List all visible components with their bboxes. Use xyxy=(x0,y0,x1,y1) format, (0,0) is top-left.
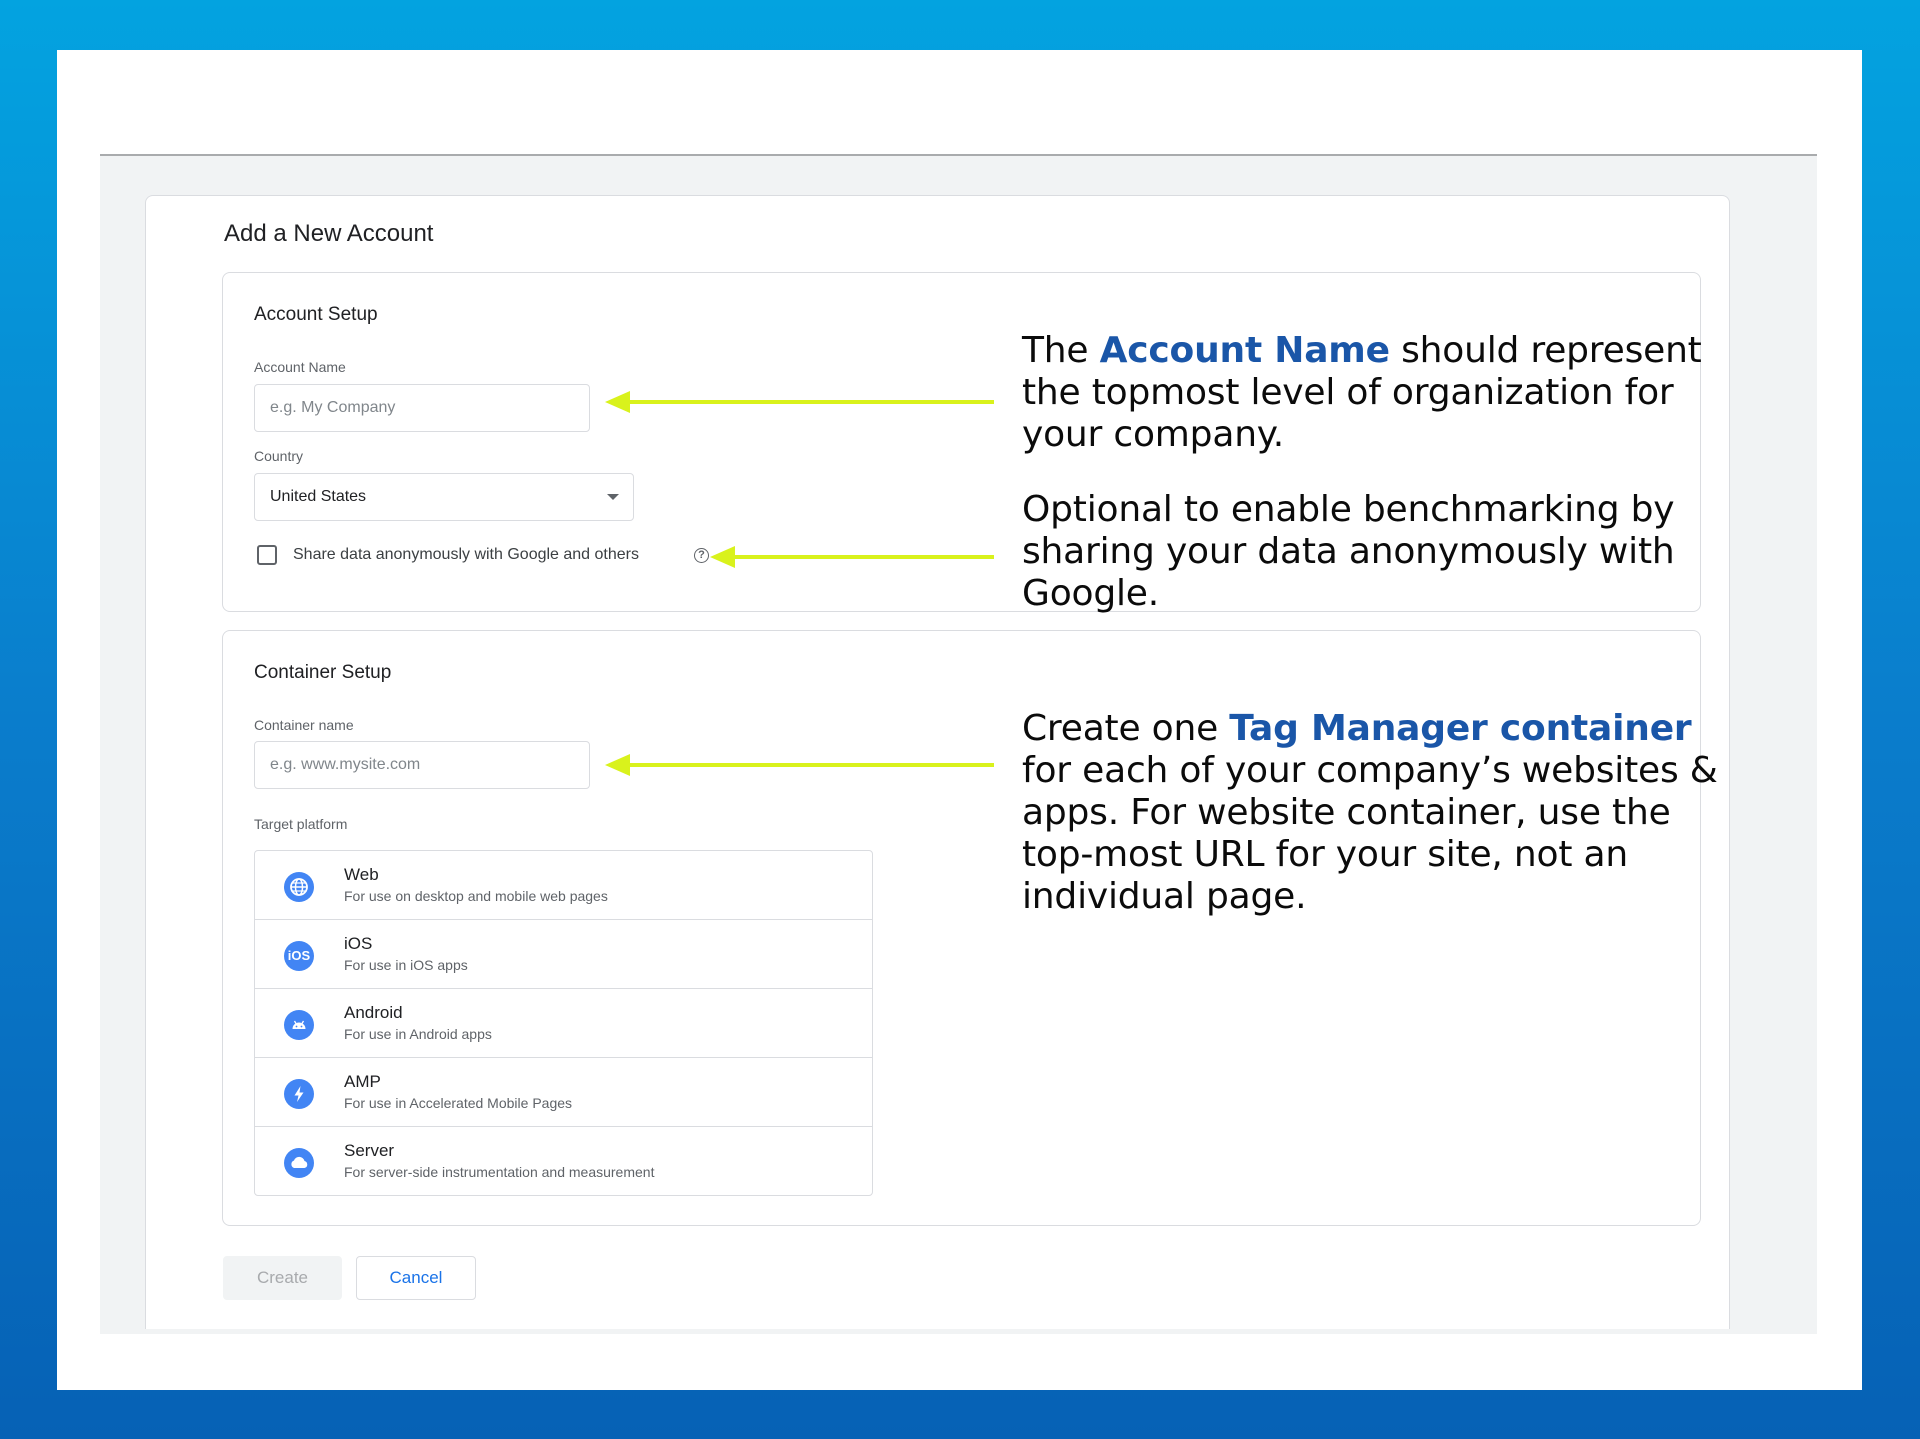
platform-item-ios[interactable]: iOS iOS For use in iOS apps xyxy=(255,920,872,989)
container-name-label: Container name xyxy=(254,717,354,733)
platform-name: Web xyxy=(344,865,379,884)
create-button[interactable]: Create xyxy=(223,1256,342,1300)
page-title: Add a New Account xyxy=(224,220,434,247)
platform-name: AMP xyxy=(344,1072,381,1091)
country-label: Country xyxy=(254,448,304,464)
platform-item-android[interactable]: Android For use in Android apps xyxy=(255,989,872,1058)
annotation-account-name: The Account Name should represent the to… xyxy=(1022,330,1702,456)
platform-item-web[interactable]: Web For use on desktop and mobile web pa… xyxy=(255,851,872,920)
annotation-text: for each of your company’s websites & ap… xyxy=(1022,750,1718,917)
container-setup-title: Container Setup xyxy=(254,662,392,683)
lightning-icon xyxy=(284,1079,314,1109)
platform-desc: For use on desktop and mobile web pages xyxy=(344,888,608,904)
account-name-label: Account Name xyxy=(254,359,346,375)
cloud-icon xyxy=(284,1148,314,1178)
platform-desc: For use in iOS apps xyxy=(344,957,468,973)
globe-icon xyxy=(284,872,314,902)
annotation-text: Optional to enable benchmarking by shari… xyxy=(1022,489,1675,614)
ios-icon: iOS xyxy=(284,941,314,971)
platform-item-amp[interactable]: AMP For use in Accelerated Mobile Pages xyxy=(255,1058,872,1127)
chevron-down-icon xyxy=(607,494,619,500)
platform-desc: For use in Accelerated Mobile Pages xyxy=(344,1095,573,1111)
annotation-text: Create one xyxy=(1022,708,1230,749)
share-data-checkbox[interactable] xyxy=(257,545,277,565)
platform-list: Web For use on desktop and mobile web pa… xyxy=(254,850,873,1196)
help-icon[interactable]: ? xyxy=(694,548,709,563)
cancel-button[interactable]: Cancel xyxy=(356,1256,476,1300)
container-name-input[interactable]: e.g. www.mysite.com xyxy=(254,741,590,789)
share-data-label[interactable]: Share data anonymously with Google and o… xyxy=(293,546,639,564)
annotation-highlight: Account Name xyxy=(1099,330,1390,371)
annotation-container: Create one Tag Manager container for eac… xyxy=(1022,708,1722,918)
annotation-highlight: Tag Manager container xyxy=(1229,708,1692,749)
annotation-share-data: Optional to enable benchmarking by shari… xyxy=(1022,489,1702,615)
platform-desc: For server-side instrumentation and meas… xyxy=(344,1164,655,1180)
target-platform-label: Target platform xyxy=(254,816,348,832)
android-icon xyxy=(284,1010,314,1040)
platform-item-server[interactable]: Server For server-side instrumentation a… xyxy=(255,1127,872,1196)
platform-name: Server xyxy=(344,1141,395,1160)
platform-name: iOS xyxy=(344,934,373,953)
annotation-text: The xyxy=(1022,330,1100,371)
account-name-input[interactable]: e.g. My Company xyxy=(254,384,590,432)
country-select[interactable]: United States xyxy=(254,473,634,521)
country-value: United States xyxy=(270,488,367,505)
platform-name: Android xyxy=(344,1003,403,1022)
account-setup-title: Account Setup xyxy=(254,304,378,325)
platform-desc: For use in Android apps xyxy=(344,1026,492,1042)
